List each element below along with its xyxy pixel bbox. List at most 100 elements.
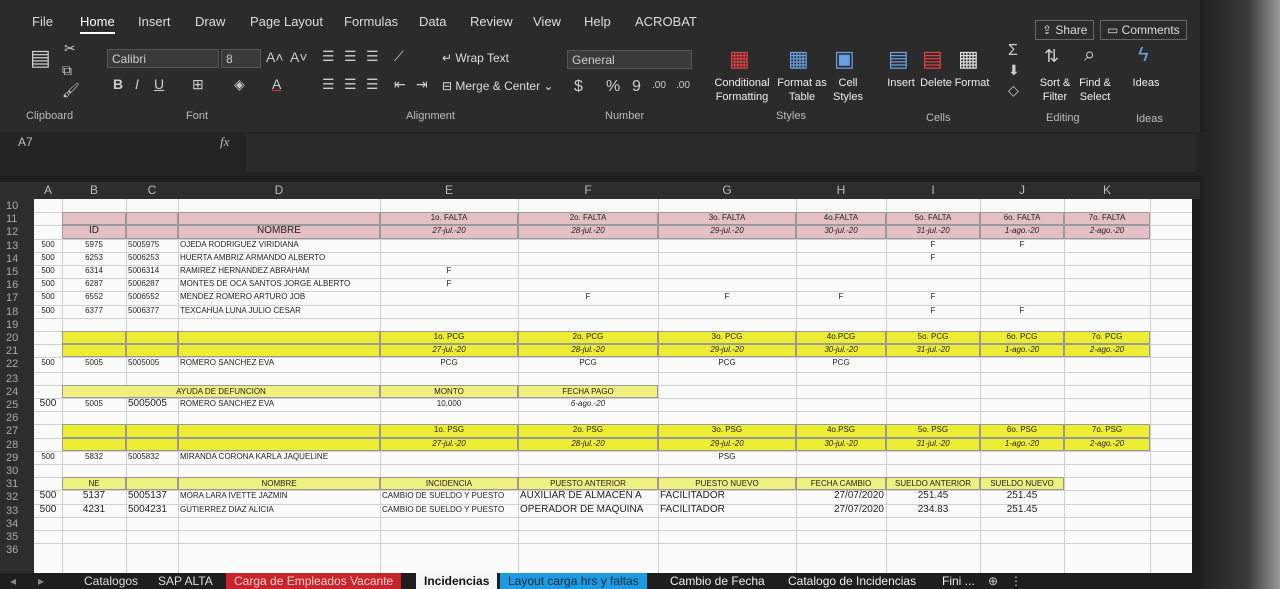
underline-icon[interactable]: U [154, 76, 164, 92]
ribbon-tab-file[interactable]: File [32, 14, 53, 29]
row-header-12[interactable]: 12 [6, 226, 32, 238]
column-header-F[interactable]: F [518, 183, 658, 197]
psg-date[interactable]: 31-jul.-20 [886, 438, 980, 451]
employee-name[interactable]: MENDEZ ROMERO ARTURO JOB [178, 291, 380, 304]
defuncion-fecha[interactable]: 6-ago.-20 [518, 398, 658, 411]
row-header-26[interactable]: 26 [6, 412, 32, 424]
pcg-header[interactable]: 2o. PCG [518, 331, 658, 344]
row-header-20[interactable]: 20 [6, 332, 32, 344]
ribbon-tab-review[interactable]: Review [470, 14, 513, 29]
cambios-header[interactable]: SUELDO NUEVO [980, 477, 1064, 491]
ribbon-tab-help[interactable]: Help [584, 14, 611, 29]
cut-icon[interactable]: ✂ [64, 40, 76, 57]
employee-name[interactable]: RAMIREZ HERNANDEZ ABRAHAM [178, 265, 380, 278]
pcg-mark[interactable]: PCG [796, 357, 886, 370]
cell-ne[interactable]: 5005005 [126, 398, 178, 411]
share-button[interactable]: ⇪ Share [1035, 20, 1095, 40]
pcg-date-bg[interactable] [178, 344, 380, 358]
row-header-10[interactable]: 10 [6, 200, 32, 212]
row-header-15[interactable]: 15 [6, 266, 32, 278]
cell-id[interactable]: 6552 [62, 291, 126, 304]
align-middle-icon[interactable]: ☰ [344, 48, 357, 65]
percent-icon[interactable]: % [606, 78, 620, 96]
puesto-nuevo[interactable]: FACILITADOR [658, 504, 796, 517]
psg-date[interactable]: 30-jul.-20 [796, 438, 886, 451]
column-header-I[interactable]: I [886, 183, 980, 197]
ribbon-tab-home[interactable]: Home [80, 14, 115, 34]
pcg-date[interactable]: 2-ago.-20 [1064, 344, 1150, 357]
sheet-tab[interactable]: Catalogo de Incidencias [780, 573, 925, 589]
row-header-22[interactable]: 22 [6, 358, 32, 370]
column-header-G[interactable]: G [658, 183, 796, 197]
font-name-select[interactable]: Calibri [107, 49, 219, 68]
cell-a[interactable]: 500 [34, 278, 62, 291]
employee-name[interactable]: MORA LARA IVETTE JAZMIN [178, 490, 380, 503]
name-box[interactable]: A7 [18, 135, 33, 149]
faltas-header-bg[interactable] [62, 212, 126, 226]
row-header-32[interactable]: 32 [6, 491, 32, 503]
falta-mark[interactable]: F [658, 291, 796, 304]
cell-ne[interactable]: 5004231 [126, 504, 178, 517]
cell-id[interactable]: 6377 [62, 305, 126, 318]
cambios-header[interactable]: PUESTO ANTERIOR [518, 477, 658, 491]
row-header-23[interactable]: 23 [6, 373, 32, 385]
psg-header[interactable]: 5o. PSG [886, 424, 980, 437]
currency-icon[interactable]: $ [574, 78, 583, 96]
cell-ne[interactable]: 5005137 [126, 490, 178, 503]
autosum-icon[interactable]: Σ [1008, 42, 1018, 60]
row-header-11[interactable]: 11 [6, 213, 32, 225]
cell-ne[interactable]: 5005005 [126, 357, 178, 370]
psg-header-bg[interactable] [62, 424, 126, 438]
faltas-header-bg[interactable] [178, 212, 380, 226]
falta-date[interactable]: 28-jul.-20 [518, 225, 658, 238]
pcg-date-bg[interactable] [62, 344, 126, 358]
falta-mark[interactable]: F [380, 278, 518, 291]
falta-mark[interactable]: F [886, 305, 980, 318]
falta-header[interactable]: 1o. FALTA [380, 212, 518, 225]
column-header-A[interactable]: A [34, 183, 62, 197]
falta-mark[interactable]: F [980, 305, 1064, 318]
row-header-18[interactable]: 18 [6, 306, 32, 318]
align-center-icon[interactable]: ☰ [344, 76, 357, 93]
clear-icon[interactable]: ◇ [1008, 82, 1019, 99]
column-header-J[interactable]: J [980, 183, 1064, 197]
sueldo-anterior[interactable]: 234.83 [886, 504, 980, 517]
column-header-H[interactable]: H [796, 183, 886, 197]
cell-a[interactable]: 500 [34, 490, 62, 503]
cell-a[interactable]: 500 [34, 451, 62, 464]
decrease-font-icon[interactable]: A˅ [290, 49, 308, 65]
psg-date-bg[interactable] [126, 437, 178, 451]
cell-ne[interactable]: 5005975 [126, 239, 178, 252]
cell-ne[interactable]: 5006253 [126, 252, 178, 265]
falta-date[interactable]: 29-jul.-20 [658, 225, 796, 238]
wrap-text-button[interactable]: ↵ Wrap Text [442, 51, 509, 65]
row-header-35[interactable]: 35 [6, 531, 32, 543]
sheet-tab[interactable]: Catalogos [76, 573, 147, 589]
faltas-id-header[interactable]: ID [62, 225, 126, 238]
psg-header-bg[interactable] [126, 424, 178, 438]
scroll-right-icon[interactable]: ▸ [30, 573, 52, 589]
align-bottom-icon[interactable]: ☰ [366, 48, 379, 65]
ribbon-tab-insert[interactable]: Insert [138, 14, 171, 29]
incidencia[interactable]: CAMBIO DE SUELDO Y PUESTO [380, 504, 518, 517]
worksheet-grid[interactable]: ID NOMBRE 1o. FALTA 27-jul.-20 2o. FALTA 28-j… [34, 199, 1192, 573]
align-left-icon[interactable]: ☰ [322, 76, 335, 93]
pcg-mark[interactable]: PCG [658, 357, 796, 370]
row-header-19[interactable]: 19 [6, 319, 32, 331]
pcg-header-bg[interactable] [178, 331, 380, 345]
align-top-icon[interactable]: ☰ [322, 48, 335, 65]
defuncion-monto-header[interactable]: MONTO [380, 384, 518, 398]
sueldo-nuevo[interactable]: 251.45 [980, 490, 1064, 503]
row-header-21[interactable]: 21 [6, 345, 32, 357]
faltas-header-bg[interactable] [126, 212, 178, 226]
falta-header[interactable]: 6o. FALTA [980, 212, 1064, 225]
defuncion-title[interactable]: AYUDA DE DEFUNCION [62, 384, 380, 398]
cell-id[interactable]: 6253 [62, 252, 126, 265]
cell-ne[interactable]: 5006314 [126, 265, 178, 278]
falta-header[interactable]: 5o. FALTA [886, 212, 980, 225]
row-header-24[interactable]: 24 [6, 386, 32, 398]
sheet-tab[interactable]: SAP ALTA [150, 573, 221, 589]
number-format-select[interactable]: General [567, 50, 692, 69]
pcg-date[interactable]: 28-jul.-20 [518, 344, 658, 357]
falta-date[interactable]: 2-ago.-20 [1064, 225, 1150, 238]
